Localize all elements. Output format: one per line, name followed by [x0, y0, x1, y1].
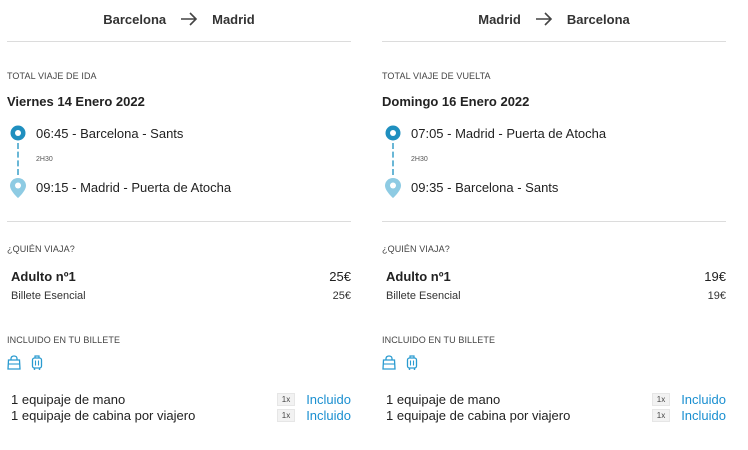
- trip-duration: 2H30: [36, 156, 53, 163]
- trip-date: Domingo 16 Enero 2022: [382, 94, 530, 109]
- fare-name: Billete Esencial: [11, 290, 86, 302]
- included-icons: [7, 355, 44, 370]
- divider: [382, 41, 726, 42]
- included-status: Incluido: [306, 392, 351, 407]
- fare-price: 25€: [332, 290, 351, 302]
- cabin-suitcase-icon: [30, 355, 44, 370]
- included-status: Incluido: [681, 408, 726, 423]
- origin-marker-icon: [9, 124, 29, 149]
- trip-date: Viernes 14 Enero 2022: [7, 94, 145, 109]
- route-origin: Barcelona: [103, 11, 167, 27]
- included-item: 1 equipaje de mano: [11, 392, 126, 407]
- destination-pin-icon: [9, 177, 27, 204]
- route-destination: Barcelona: [566, 11, 630, 27]
- route-header: Madrid Barcelona: [382, 10, 726, 28]
- route-line: [17, 143, 19, 175]
- who-travels-label: ¿QUIÉN VIAJA?: [382, 244, 450, 254]
- destination-pin-icon: [384, 177, 402, 204]
- arrow-right-icon: [180, 12, 198, 26]
- quantity-badge: 1x: [652, 409, 670, 422]
- arrival-stop: 09:15 - Madrid - Puerta de Atocha: [36, 180, 232, 195]
- included-item: 1 equipaje de cabina por viajero: [11, 408, 196, 423]
- route-destination: Madrid: [212, 11, 255, 27]
- quantity-badge: 1x: [277, 393, 295, 406]
- included-icons: [382, 355, 419, 370]
- who-travels-label: ¿QUIÉN VIAJA?: [7, 244, 75, 254]
- passenger-price: 25€: [329, 269, 351, 284]
- passenger-name: Adulto nº1: [11, 269, 76, 284]
- outbound-trip-panel: Barcelona Madrid TOTAL VIAJE DE IDA Vier…: [7, 0, 351, 450]
- departure-stop: 07:05 - Madrid - Puerta de Atocha: [411, 126, 607, 141]
- departure-stop: 06:45 - Barcelona - Sants: [36, 126, 184, 141]
- quantity-badge: 1x: [277, 409, 295, 422]
- arrow-right-icon: [535, 12, 553, 26]
- origin-marker-icon: [384, 124, 404, 149]
- handbag-icon: [382, 355, 396, 370]
- included-item: 1 equipaje de mano: [386, 392, 501, 407]
- passenger-name: Adulto nº1: [386, 269, 451, 284]
- fare-price: 19€: [707, 290, 726, 302]
- divider: [382, 221, 726, 222]
- trip-duration: 2H30: [411, 156, 428, 163]
- divider: [7, 41, 351, 42]
- arrival-stop: 09:35 - Barcelona - Sants: [411, 180, 559, 195]
- fare-name: Billete Esencial: [386, 290, 461, 302]
- divider: [7, 221, 351, 222]
- passenger-price: 19€: [704, 269, 726, 284]
- included-label: INCLUIDO EN TU BILLETE: [7, 335, 121, 345]
- included-status: Incluido: [681, 392, 726, 407]
- handbag-icon: [7, 355, 21, 370]
- included-label: INCLUIDO EN TU BILLETE: [382, 335, 496, 345]
- route-line: [392, 143, 394, 175]
- route-header: Barcelona Madrid: [7, 10, 351, 28]
- trip-total-label: TOTAL VIAJE DE IDA: [7, 71, 97, 81]
- return-trip-panel: Madrid Barcelona TOTAL VIAJE DE VUELTA D…: [382, 0, 726, 450]
- route-origin: Madrid: [478, 11, 521, 27]
- cabin-suitcase-icon: [405, 355, 419, 370]
- included-status: Incluido: [306, 408, 351, 423]
- quantity-badge: 1x: [652, 393, 670, 406]
- included-item: 1 equipaje de cabina por viajero: [386, 408, 571, 423]
- trip-total-label: TOTAL VIAJE DE VUELTA: [382, 71, 491, 81]
